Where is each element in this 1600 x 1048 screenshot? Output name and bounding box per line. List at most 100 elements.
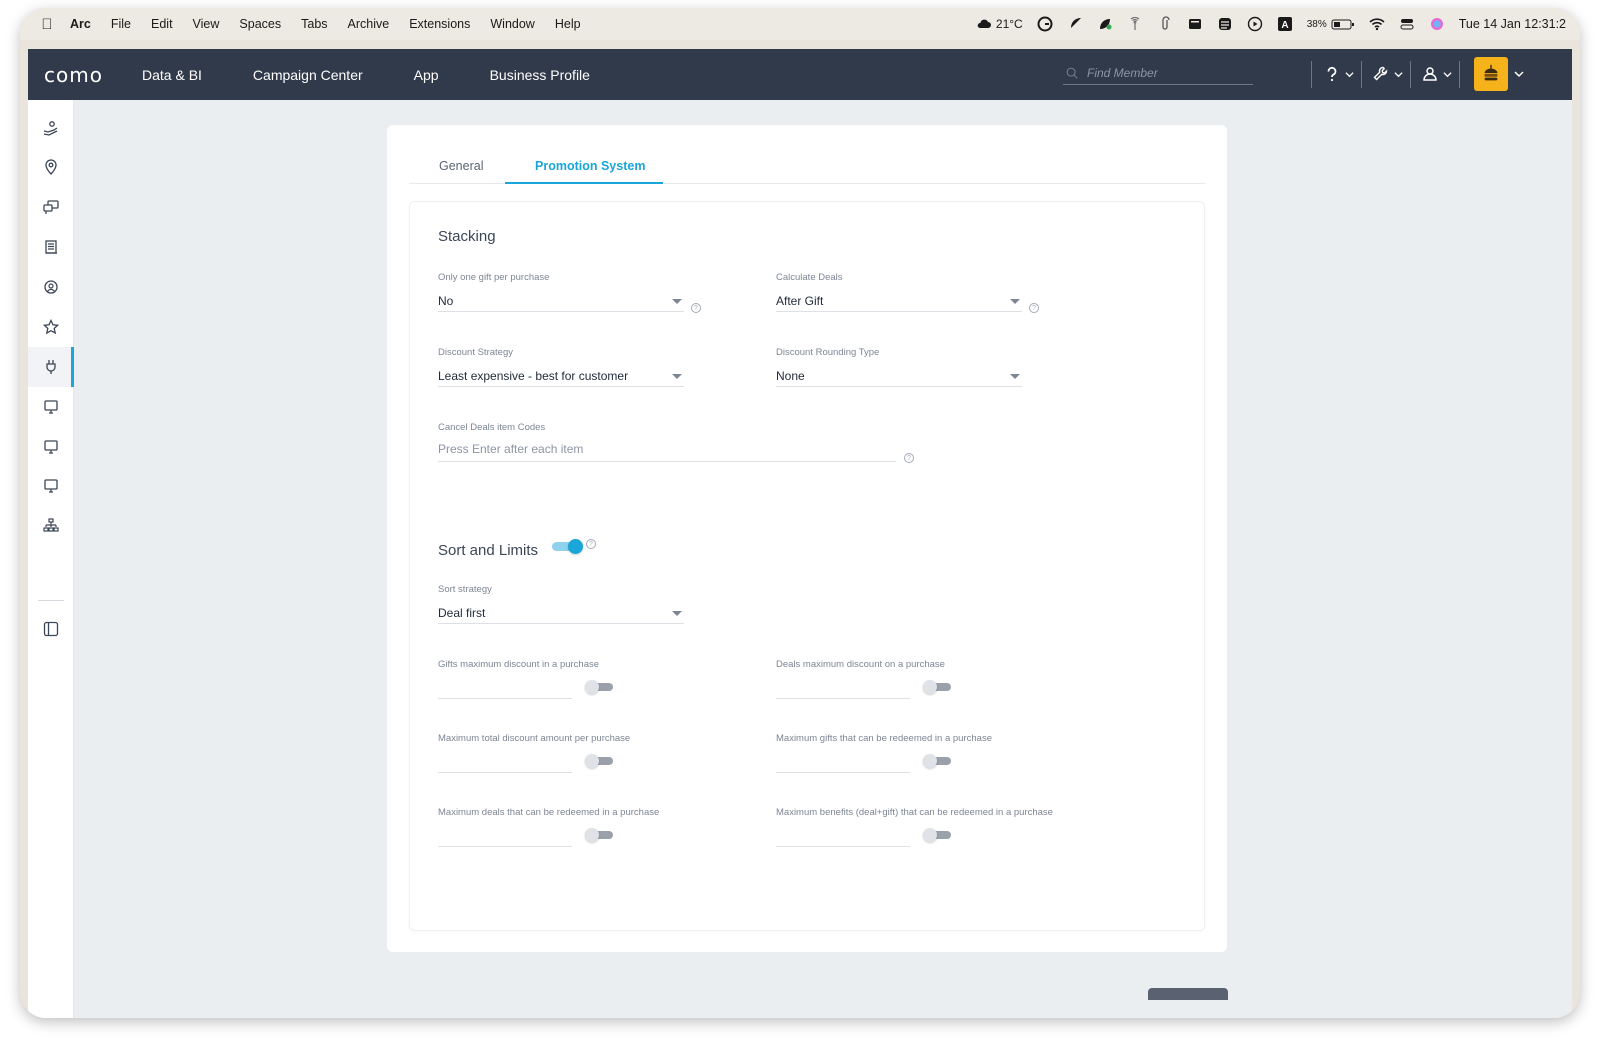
one-gift-select[interactable]: No (438, 290, 684, 312)
chevron-down-icon (1394, 71, 1403, 77)
battery-percent: 38% (1306, 18, 1327, 30)
max-total-discount-input[interactable] (438, 751, 572, 773)
sidebar-item-pos-2[interactable] (28, 427, 74, 467)
hand-user-icon (43, 121, 58, 136)
sidebar-item-locations[interactable] (28, 147, 74, 187)
como-logo[interactable]: como (44, 62, 116, 88)
gifts-max-discount-input[interactable] (438, 677, 572, 699)
max-total-discount-toggle[interactable] (585, 754, 613, 768)
battery-widget[interactable]: 38% (1307, 16, 1355, 32)
chevron-down-icon (1345, 71, 1354, 77)
sidebar-item-favorites[interactable] (28, 307, 74, 347)
menu-tabs[interactable]: Tabs (301, 17, 327, 31)
menu-edit[interactable]: Edit (151, 17, 173, 31)
apple-icon[interactable]:  (38, 15, 56, 33)
sort-strategy-value: Deal first (438, 605, 486, 620)
sidebar-item-messages[interactable] (28, 187, 74, 227)
max-deals-toggle[interactable] (585, 828, 613, 842)
menu-window[interactable]: Window (490, 17, 534, 31)
globe-user-icon (44, 280, 58, 294)
sidebar-item-segments[interactable] (28, 267, 74, 307)
menu-spaces[interactable]: Spaces (239, 17, 281, 31)
user-menu-button[interactable] (1421, 64, 1452, 84)
max-benefits-toggle[interactable] (923, 828, 951, 842)
monitor-icon (44, 400, 58, 414)
play-icon[interactable] (1247, 16, 1263, 32)
menu-app-name[interactable]: Arc (70, 17, 91, 31)
help-menu-button[interactable] (1323, 64, 1354, 84)
sidebar-item-promotion-settings[interactable] (28, 347, 74, 387)
calc-deals-label: Calculate Deals (776, 272, 843, 283)
menu-extensions[interactable]: Extensions (409, 17, 470, 31)
help-icon[interactable]: ? (586, 539, 596, 549)
help-icon[interactable]: ? (1029, 303, 1039, 313)
monitor-icon (44, 479, 58, 493)
discount-strategy-value: Least expensive - best for customer (438, 368, 629, 383)
max-gifts-toggle[interactable] (923, 754, 951, 768)
sidebar-item-pos-3[interactable] (28, 466, 74, 506)
sitemap-icon (43, 518, 59, 532)
menubar-datetime[interactable]: Tue 14 Jan 12:31:2 (1459, 17, 1566, 31)
toggle-knob (585, 680, 599, 694)
menu-archive[interactable]: Archive (348, 17, 390, 31)
sidebar-toggle-button[interactable] (28, 609, 74, 649)
max-benefits-input[interactable] (776, 825, 910, 847)
one-gift-label: Only one gift per purchase (438, 272, 550, 283)
cancel-codes-input[interactable] (438, 442, 896, 456)
max-gifts-input[interactable] (776, 751, 910, 773)
feather-icon[interactable] (1067, 16, 1083, 32)
sort-strategy-select[interactable]: Deal first (438, 602, 684, 624)
nav-business-profile[interactable]: Business Profile (490, 67, 590, 83)
business-switcher-chevron[interactable] (1514, 64, 1524, 84)
sidebar-item-members[interactable] (28, 108, 74, 148)
nav-campaign-center[interactable]: Campaign Center (253, 67, 363, 83)
svg-text:A: A (1281, 20, 1288, 31)
caret-down-icon (1010, 299, 1020, 304)
sort-limits-toggle[interactable] (552, 539, 583, 554)
left-sidebar (28, 100, 74, 1018)
menu-file[interactable]: File (111, 17, 131, 31)
gifts-max-discount-toggle[interactable] (585, 680, 613, 694)
sidebar-item-pos-1[interactable] (28, 387, 74, 427)
mac-menu-bar:  Arc File Edit View Spaces Tabs Archive… (20, 8, 1580, 40)
toggle-knob (568, 539, 583, 554)
toggle-knob (585, 754, 599, 768)
todoist-icon[interactable] (1217, 16, 1233, 32)
wifi-icon[interactable] (1369, 16, 1385, 32)
sidebar-item-hierarchy[interactable] (28, 506, 74, 546)
book-icon (45, 240, 57, 254)
rounding-type-select[interactable]: None (776, 365, 1022, 387)
sidebar-item-catalog[interactable] (28, 227, 74, 267)
deals-max-discount-input[interactable] (776, 677, 910, 699)
control-center-icon[interactable] (1399, 16, 1415, 32)
screen-icon[interactable] (1187, 16, 1203, 32)
calc-deals-select[interactable]: After Gift (776, 290, 1022, 312)
nav-app[interactable]: App (414, 67, 439, 83)
grammarly-icon[interactable] (1037, 16, 1053, 32)
tab-promotion-system[interactable]: Promotion System (535, 159, 645, 173)
weather-widget[interactable]: 21°C (976, 16, 1023, 32)
wrench-icon (1373, 66, 1388, 81)
nav-data-bi[interactable]: Data & BI (142, 67, 202, 83)
business-avatar[interactable] (1474, 57, 1508, 91)
siri-icon[interactable] (1429, 16, 1445, 32)
help-icon[interactable]: ? (904, 453, 914, 463)
help-icon[interactable]: ? (691, 303, 701, 313)
keyboard-input-icon[interactable]: A (1277, 16, 1293, 32)
sort-limits-title: Sort and Limits (438, 542, 539, 559)
menu-help[interactable]: Help (555, 17, 581, 31)
antenna-icon[interactable] (1127, 16, 1143, 32)
max-deals-input[interactable] (438, 825, 572, 847)
deals-max-discount-toggle[interactable] (923, 680, 951, 694)
tab-general[interactable]: General (439, 159, 483, 173)
header-divider (1410, 61, 1411, 88)
leaf-icon[interactable] (1097, 16, 1113, 32)
paperclip-icon[interactable] (1157, 16, 1173, 32)
menu-view[interactable]: View (193, 17, 220, 31)
active-tab-indicator (505, 182, 663, 184)
max-gifts-label: Maximum gifts that can be redeemed in a … (776, 733, 992, 744)
bottom-action-tab[interactable] (1148, 988, 1228, 1000)
tools-menu-button[interactable] (1372, 64, 1403, 84)
find-member-input[interactable] (1087, 65, 1237, 80)
discount-strategy-select[interactable]: Least expensive - best for customer (438, 365, 684, 387)
